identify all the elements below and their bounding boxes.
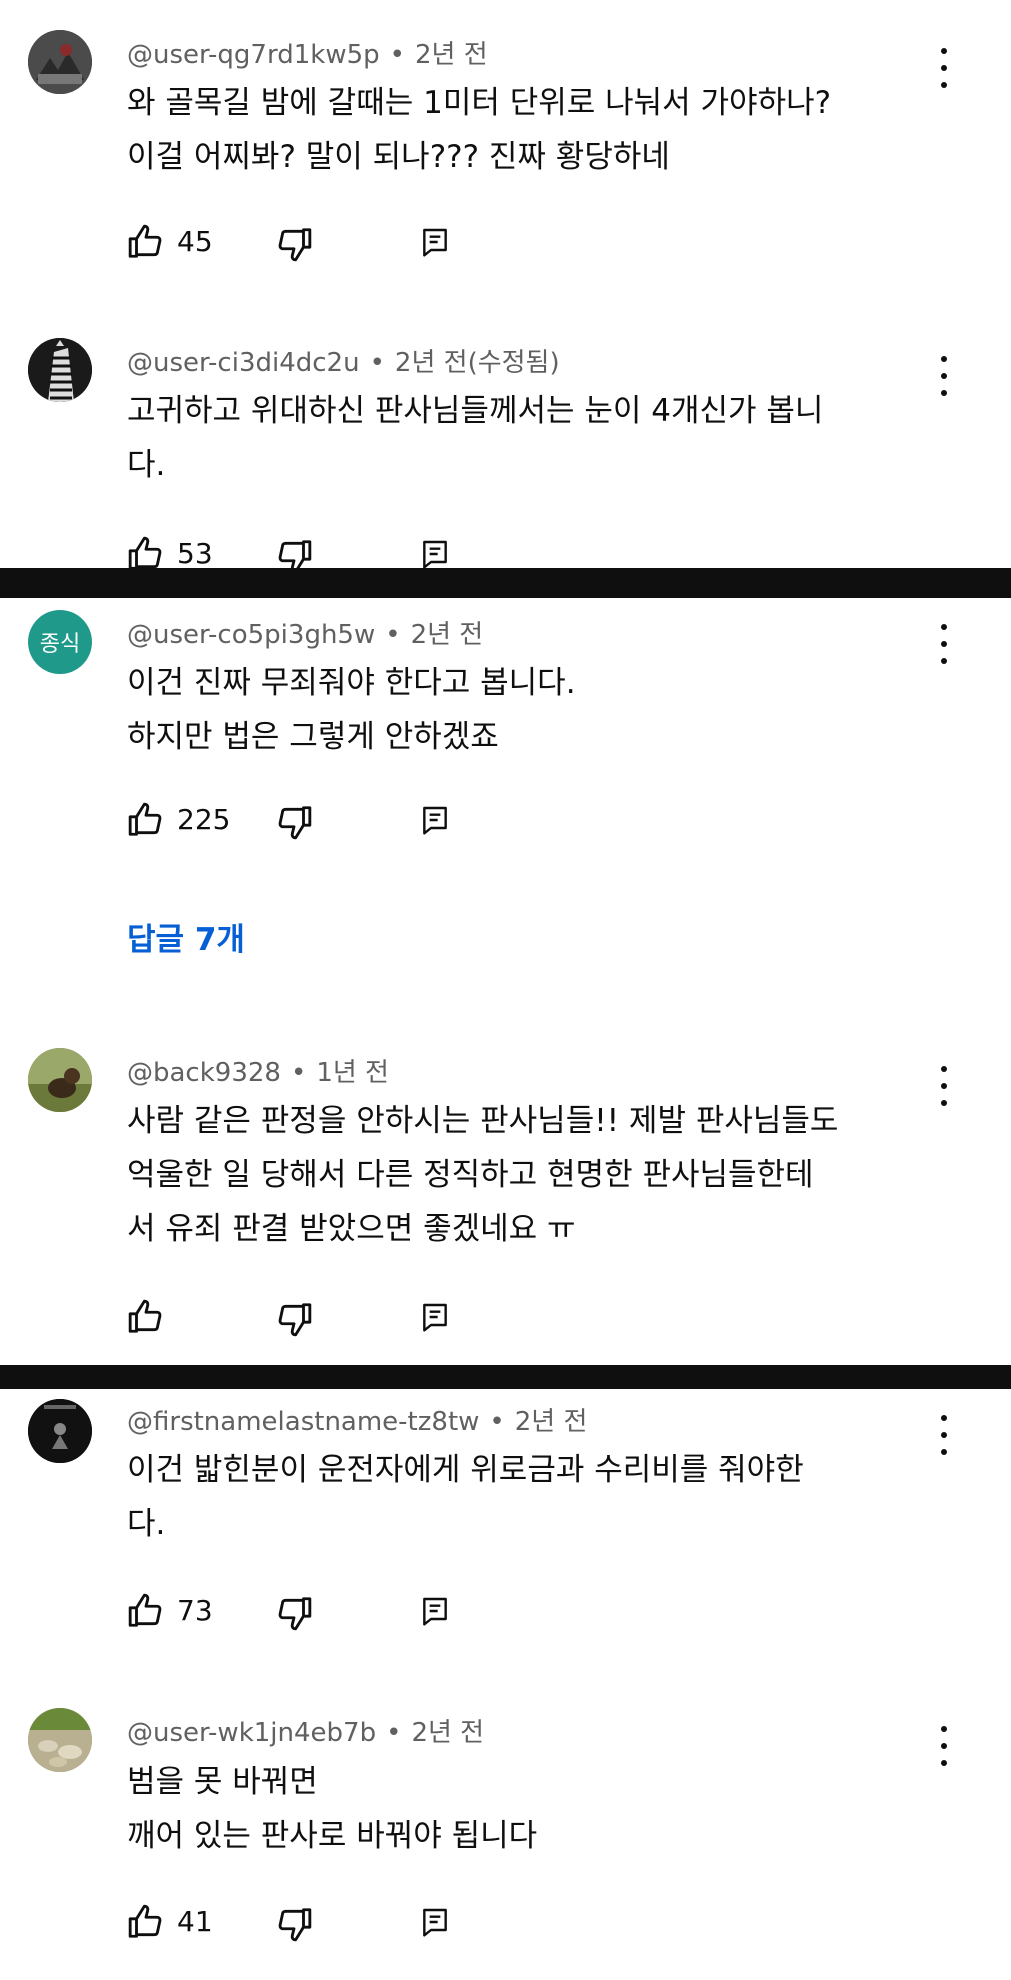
comment: 종식 @user-co5pi3gh5w • 2년 전 이건 진짜 무죄줘야 한다고 … bbox=[0, 598, 1011, 1365]
comment-text: 사람 같은 판정을 안하시는 판사님들!! 제발 판사님들도 억울한 일 당해서… bbox=[127, 1094, 947, 1256]
thumbs-up-icon[interactable] bbox=[127, 535, 165, 573]
comment-author[interactable]: @user-co5pi3gh5w bbox=[127, 620, 375, 650]
comment-actions: 45 bbox=[127, 223, 457, 263]
edited-label: (수정됨) bbox=[467, 348, 560, 378]
comment-meta: @user-qg7rd1kw5p • 2년 전 bbox=[127, 40, 488, 70]
thumbs-down-icon[interactable] bbox=[275, 803, 313, 841]
view-replies-button[interactable]: 답글 7개 bbox=[127, 914, 245, 959]
reply-icon[interactable] bbox=[419, 803, 451, 837]
comment-line: 고귀하고 위대하신 판사님들께서는 눈이 4개신가 봅니 bbox=[127, 393, 824, 429]
comment-line: 하지만 법은 그렇게 안하겠죠 bbox=[127, 719, 499, 755]
comment: @user-qg7rd1kw5p • 2년 전 와 골목길 밤에 갈때는 1미터 단… bbox=[0, 0, 1011, 574]
thumbs-down-icon[interactable] bbox=[275, 1300, 313, 1338]
thumbs-down-icon[interactable] bbox=[275, 1594, 313, 1632]
avatar[interactable] bbox=[28, 30, 92, 94]
avatar-photo-icon bbox=[28, 30, 92, 94]
avatar[interactable] bbox=[28, 1399, 92, 1463]
comment-time[interactable]: 2년 전 bbox=[395, 348, 468, 378]
comment-line: 와 골목길 밤에 갈때는 1미터 단위로 나눠서 가야하나? bbox=[127, 85, 832, 121]
reply-icon[interactable] bbox=[419, 537, 451, 571]
comment-actions: 225 bbox=[127, 801, 457, 841]
like-count: 45 bbox=[177, 225, 213, 258]
comment-text: 고귀하고 위대하신 판사님들께서는 눈이 4개신가 봅니 다. bbox=[127, 384, 947, 492]
section-divider bbox=[0, 1365, 1011, 1389]
like-count: 225 bbox=[177, 803, 231, 836]
comment-actions bbox=[127, 1298, 457, 1338]
comment-time[interactable]: 1년 전 bbox=[316, 1058, 389, 1088]
comment-author[interactable]: @back9328 bbox=[127, 1058, 281, 1088]
comment-actions: 41 bbox=[127, 1903, 457, 1943]
thumbs-down-icon[interactable] bbox=[275, 1905, 313, 1943]
thumbs-up-icon[interactable] bbox=[127, 1298, 165, 1336]
comment-line: 이건 밟힌분이 운전자에게 위로금과 수리비를 줘야한 bbox=[127, 1452, 804, 1488]
avatar[interactable] bbox=[28, 1708, 92, 1772]
thumbs-down-icon[interactable] bbox=[275, 225, 313, 263]
comment-author[interactable]: @user-wk1jn4eb7b bbox=[127, 1718, 376, 1748]
comment-text: 와 골목길 밤에 갈때는 1미터 단위로 나눠서 가야하나? 이걸 어찌봐? 말… bbox=[127, 76, 947, 184]
comment-author[interactable]: @firstnamelastname-tz8tw bbox=[127, 1407, 479, 1437]
comment-meta: @user-wk1jn4eb7b • 2년 전 bbox=[127, 1718, 485, 1748]
reply-icon[interactable] bbox=[419, 1594, 451, 1628]
dark-avatar-icon bbox=[28, 1399, 92, 1463]
comment: @firstnamelastname-tz8tw • 2년 전 이건 밟힌분이 운전… bbox=[0, 1389, 1011, 1980]
thumbs-up-icon[interactable] bbox=[127, 223, 165, 261]
avatar[interactable] bbox=[28, 338, 92, 402]
thumbs-up-icon[interactable] bbox=[127, 1592, 165, 1630]
thumbs-down-icon[interactable] bbox=[275, 537, 313, 575]
comment-meta: @user-co5pi3gh5w • 2년 전 bbox=[127, 620, 484, 650]
comment-author[interactable]: @user-ci3di4dc2u bbox=[127, 348, 360, 378]
comment-time[interactable]: 2년 전 bbox=[411, 1718, 484, 1748]
dog-avatar-icon bbox=[28, 1048, 92, 1112]
stones-avatar-icon bbox=[28, 1708, 92, 1772]
zebra-avatar-icon bbox=[28, 338, 92, 402]
comment-meta: @firstnamelastname-tz8tw • 2년 전 bbox=[127, 1407, 588, 1437]
reply-icon[interactable] bbox=[419, 1300, 451, 1334]
comment-time[interactable]: 2년 전 bbox=[515, 1407, 588, 1437]
reply-icon[interactable] bbox=[419, 1905, 451, 1939]
comment-line: 서 유죄 판결 받았으면 좋겠네요 ㅠ bbox=[127, 1211, 576, 1247]
avatar[interactable] bbox=[28, 1048, 92, 1112]
comment-text: 범을 못 바꿔면 깨어 있는 판사로 바꿔야 됩니다 bbox=[127, 1755, 947, 1863]
thumbs-up-icon[interactable] bbox=[127, 801, 165, 839]
avatar-initials: 종식 bbox=[39, 632, 81, 657]
like-count: 41 bbox=[177, 1905, 213, 1938]
comment-meta: @user-ci3di4dc2u • 2년 전(수정됨) bbox=[127, 348, 560, 378]
comment-text: 이건 밟힌분이 운전자에게 위로금과 수리비를 줘야한 다. bbox=[127, 1443, 947, 1551]
avatar[interactable]: 종식 bbox=[28, 610, 92, 674]
comment-actions: 73 bbox=[127, 1592, 457, 1632]
comment-text: 이건 진짜 무죄줘야 한다고 봅니다. 하지만 법은 그렇게 안하겠죠 bbox=[127, 656, 947, 764]
like-count: 73 bbox=[177, 1594, 213, 1627]
comment-time[interactable]: 2년 전 bbox=[411, 620, 484, 650]
comment-actions: 53 bbox=[127, 535, 457, 575]
comment-line: 이걸 어찌봐? 말이 되나??? 진짜 황당하네 bbox=[127, 139, 670, 175]
comment-line: 사람 같은 판정을 안하시는 판사님들!! 제발 판사님들도 bbox=[127, 1103, 839, 1139]
like-count: 53 bbox=[177, 537, 213, 570]
comment-line: 깨어 있는 판사로 바꿔야 됩니다 bbox=[127, 1818, 538, 1854]
reply-icon[interactable] bbox=[419, 225, 451, 259]
comment-line: 이건 진짜 무죄줘야 한다고 봅니다. bbox=[127, 665, 576, 701]
comment-line: 억울한 일 당해서 다른 정직하고 현명한 판사님들한테 bbox=[127, 1157, 814, 1193]
comment-line: 다. bbox=[127, 1506, 166, 1542]
comment-line: 범을 못 바꿔면 bbox=[127, 1764, 318, 1800]
comment-author[interactable]: @user-qg7rd1kw5p bbox=[127, 40, 380, 70]
comment-meta: @back9328 • 1년 전 bbox=[127, 1058, 389, 1088]
thumbs-up-icon[interactable] bbox=[127, 1903, 165, 1941]
comment-line: 다. bbox=[127, 447, 166, 483]
comment-time[interactable]: 2년 전 bbox=[415, 40, 488, 70]
